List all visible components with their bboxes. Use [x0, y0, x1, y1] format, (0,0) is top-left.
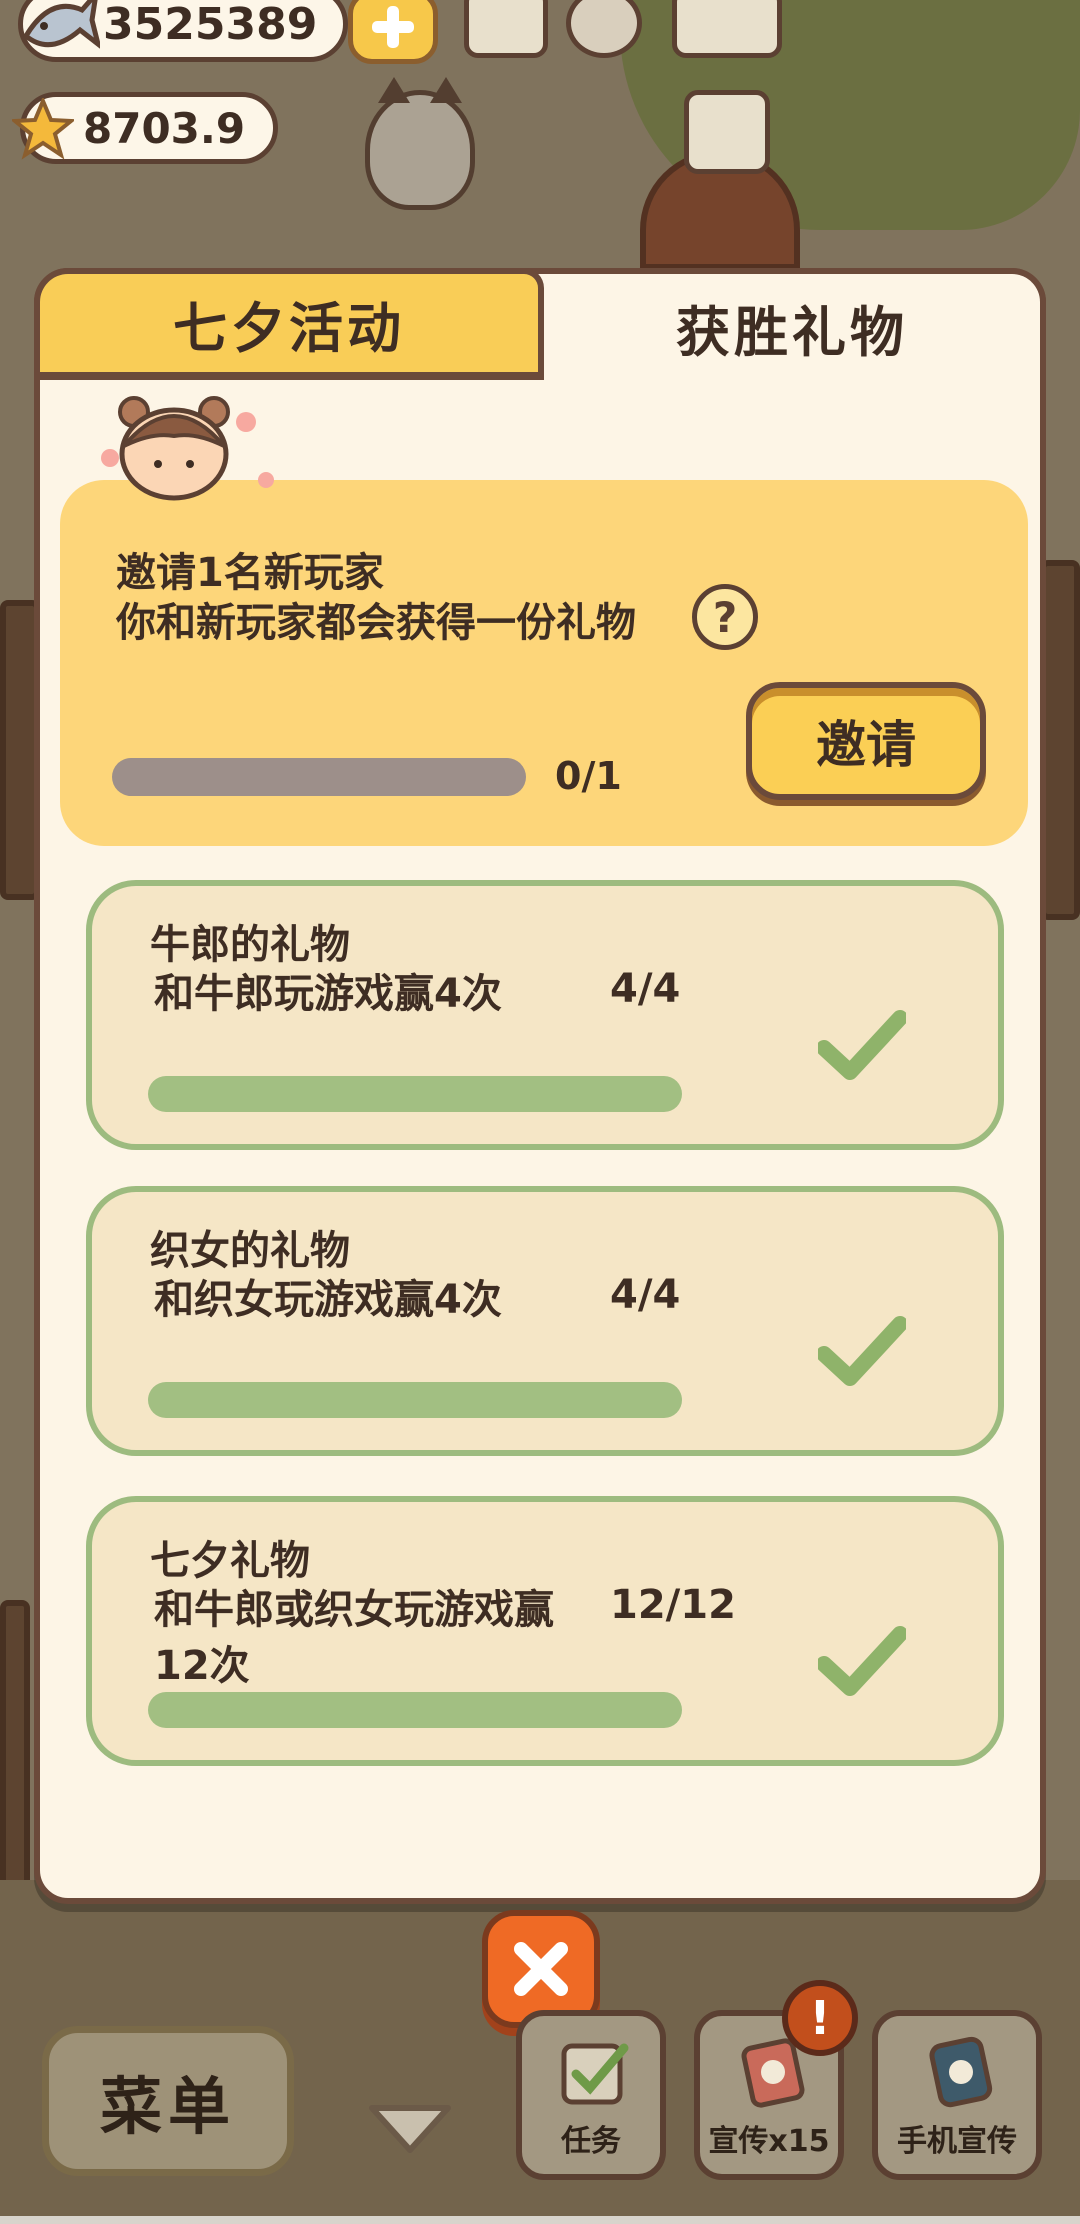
- invite-button[interactable]: 邀请: [746, 682, 986, 800]
- invite-button-label: 邀请: [816, 716, 916, 774]
- reward-title: 七夕礼物: [150, 1538, 310, 1584]
- question-icon[interactable]: ?: [692, 584, 758, 650]
- checkmark-icon: [818, 1316, 906, 1386]
- phone-promo-icon: [929, 2036, 993, 2108]
- phone-promo-button[interactable]: 手机宣传: [872, 2010, 1042, 2180]
- invite-progress-text: 0/1: [555, 754, 622, 798]
- reward-card-cowherd: 牛郎的礼物 和牛郎玩游戏赢4次 4/4: [86, 880, 1004, 1150]
- invite-description: 你和新玩家都会获得一份礼物: [116, 600, 636, 646]
- tasks-label: 任务: [561, 2124, 621, 2159]
- reward-description: 和牛郎玩游戏赢4次: [154, 971, 502, 1017]
- leaderboard-icon[interactable]: [464, 0, 548, 58]
- reward-progress-bar: [148, 1692, 682, 1728]
- star-count: 8703.9: [83, 103, 246, 153]
- alert-badge: !: [782, 1980, 858, 2056]
- checkmark-icon: [818, 1626, 906, 1696]
- tab-reward-label: 获胜礼物: [676, 300, 908, 364]
- plus-icon: [372, 6, 414, 48]
- invite-progress-bar: [112, 758, 526, 796]
- reward-progress-bar: [148, 1076, 682, 1112]
- reward-card-weaver: 织女的礼物 和织女玩游戏赢4次 4/4: [86, 1186, 1004, 1456]
- tab-qixi-label: 七夕活动: [173, 296, 405, 360]
- fish-count: 3525389: [103, 0, 318, 50]
- menu-label: 菜单: [99, 2070, 236, 2143]
- reward-title: 牛郎的礼物: [150, 922, 350, 968]
- checkmark-icon: [818, 1010, 906, 1080]
- bottom-edge: [0, 2216, 1080, 2224]
- fish-icon: [22, 0, 100, 49]
- book-icon[interactable]: [672, 0, 782, 58]
- reward-card-qixi: 七夕礼物 和牛郎或织女玩游戏赢12次 12/12: [86, 1496, 1004, 1766]
- menu-button[interactable]: 菜单: [42, 2026, 294, 2176]
- reward-progress-count: 4/4: [610, 966, 681, 1012]
- tasks-button[interactable]: 任务: [516, 2010, 666, 2180]
- reward-progress-bar: [148, 1382, 682, 1418]
- reward-description: 和牛郎或织女玩游戏赢12次: [154, 1587, 554, 1689]
- tab-qixi-event[interactable]: 七夕活动: [34, 268, 544, 380]
- add-currency-button[interactable]: [348, 0, 438, 64]
- girl-character-icon: [101, 396, 274, 501]
- star-icon: [12, 98, 74, 160]
- reward-progress-count: 12/12: [610, 1582, 736, 1628]
- promo-label: 宣传x15: [708, 2124, 830, 2159]
- reward-progress-count: 4/4: [610, 1272, 681, 1318]
- reward-description: 和织女玩游戏赢4次: [154, 1277, 502, 1323]
- tab-victory-gifts[interactable]: 获胜礼物: [544, 268, 1046, 380]
- close-icon: [514, 1942, 568, 1996]
- task-checklist-icon: [561, 2043, 629, 2105]
- reward-title: 织女的礼物: [150, 1228, 350, 1274]
- phone-promo-label: 手机宣传: [897, 2124, 1017, 2159]
- newspaper-icon[interactable]: [684, 90, 770, 174]
- chevron-down-icon[interactable]: [364, 2100, 456, 2156]
